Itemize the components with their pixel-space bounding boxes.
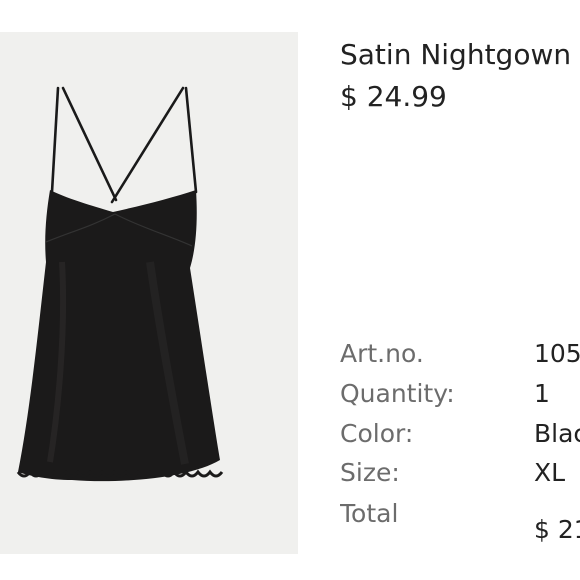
nightgown-illustration bbox=[16, 86, 224, 482]
color-label: Color: bbox=[340, 419, 414, 448]
color-value: Black bbox=[534, 419, 580, 448]
product-details: Satin Nightgown $ 24.99 Art.no. 1059 Qua… bbox=[340, 0, 580, 580]
product-title: Satin Nightgown bbox=[340, 38, 572, 71]
art-no-value: 1059 bbox=[534, 339, 580, 368]
art-no-label: Art.no. bbox=[340, 339, 424, 368]
total-value: $ 21 bbox=[534, 515, 580, 544]
total-label: Total bbox=[340, 499, 399, 528]
size-value: XL bbox=[534, 458, 566, 487]
quantity-label: Quantity: bbox=[340, 379, 455, 408]
size-label: Size: bbox=[340, 458, 400, 487]
quantity-value: 1 bbox=[534, 379, 550, 408]
product-price: $ 24.99 bbox=[340, 80, 447, 113]
product-image bbox=[0, 32, 298, 554]
